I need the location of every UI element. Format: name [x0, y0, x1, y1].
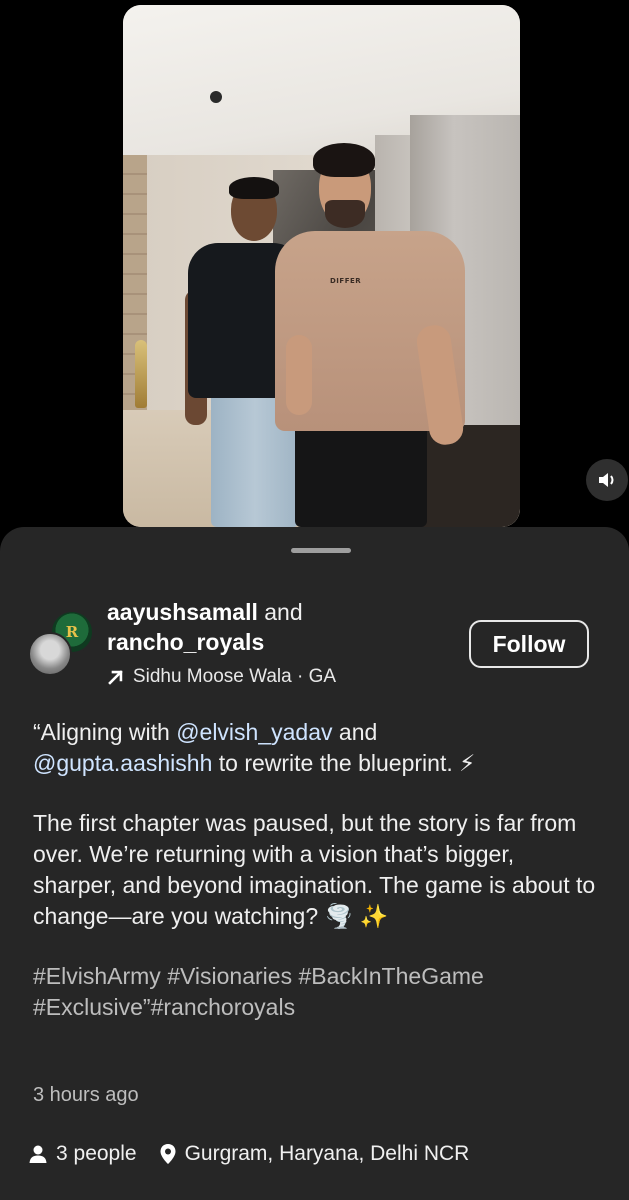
drag-handle[interactable]	[291, 548, 351, 553]
post-details-sheet: R aayushsamall and rancho_royals Sidhu M…	[0, 527, 629, 1200]
post-authors: aayushsamall and rancho_royals	[107, 597, 303, 657]
person-icon	[29, 1145, 47, 1163]
tagged-people-button[interactable]: 3 people	[28, 1142, 137, 1166]
shirt-print: DIFFER	[330, 277, 362, 285]
location-pin-icon	[160, 1144, 176, 1164]
caption-hashtags[interactable]: #ElvishArmy #Visionaries #BackInTheGame …	[33, 961, 598, 1023]
mention-link[interactable]: @gupta.aashishh	[33, 750, 212, 776]
author-primary-link[interactable]: aayushsamall	[107, 599, 258, 625]
mute-button[interactable]	[586, 459, 628, 501]
aayushsamall-avatar[interactable]	[28, 632, 72, 676]
svg-text:R: R	[66, 623, 79, 641]
location-name: Gurgram, Haryana, Delhi NCR	[184, 1142, 470, 1165]
reel-post-view: DIFFER R aayushsamall and rancho_royals	[0, 0, 629, 1200]
mention-link[interactable]: @elvish_yadav	[176, 719, 332, 745]
audio-title: Sidhu Moose Wala · GA	[132, 666, 337, 687]
post-timestamp: 3 hours ago	[33, 1084, 139, 1106]
author-avatars[interactable]: R	[28, 610, 94, 676]
post-meta: 3 people Gurgram, Haryana, Delhi NCR	[28, 1142, 469, 1166]
arrow-up-right-icon	[108, 670, 123, 685]
tagged-people-count: 3 people	[56, 1142, 137, 1165]
audio-attribution[interactable]: Sidhu Moose Wala · GA	[107, 666, 357, 688]
speaker-icon	[599, 473, 614, 487]
caption-paragraph: The first chapter was paused, but the st…	[33, 810, 596, 929]
author-connector: and	[264, 599, 303, 625]
follow-button[interactable]: Follow	[469, 620, 589, 668]
post-caption: “Aligning with @elvish_yadav and @gupta.…	[33, 717, 598, 1052]
author-secondary-link[interactable]: rancho_royals	[107, 629, 264, 655]
location-link[interactable]: Gurgram, Haryana, Delhi NCR	[159, 1142, 470, 1166]
post-photo[interactable]: DIFFER	[123, 5, 520, 527]
